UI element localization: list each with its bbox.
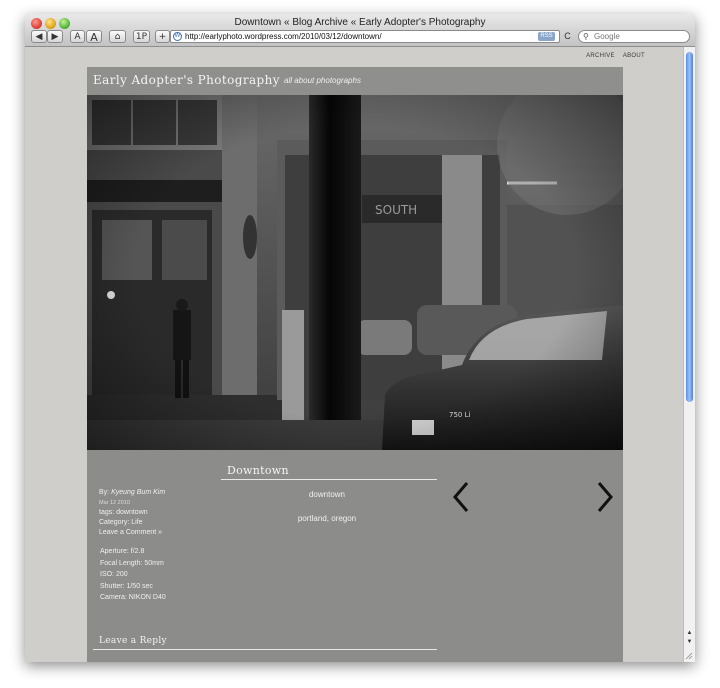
- back-button[interactable]: ◀: [31, 30, 47, 43]
- author-link[interactable]: Kyeung Bum Kim: [111, 489, 165, 496]
- search-icon: ⚲: [583, 32, 589, 41]
- wordpress-icon: W: [173, 32, 182, 41]
- post-title[interactable]: Downtown: [227, 464, 289, 477]
- blog-page: Early Adopter's Photography all about ph…: [87, 67, 623, 662]
- site-title[interactable]: Early Adopter's Photography: [93, 73, 280, 87]
- page-content: ARCHIVE ABOUT Early Adopter's Photograph…: [25, 47, 683, 662]
- resize-grip-icon[interactable]: [685, 652, 693, 660]
- exif-aperture: Aperture: f/2.8: [100, 548, 145, 555]
- browser-window: Downtown « Blog Archive « Early Adopter'…: [25, 14, 695, 662]
- byline-prefix: By:: [99, 489, 110, 496]
- titlebar: Downtown « Blog Archive « Early Adopter'…: [25, 14, 695, 47]
- window-title: Downtown « Blog Archive « Early Adopter'…: [234, 17, 486, 28]
- leave-reply-heading: Leave a Reply: [99, 636, 167, 646]
- exif-focal-length: Focal Length: 50mm: [100, 559, 164, 567]
- scrollbar-thumb[interactable]: [686, 52, 693, 402]
- leave-comment-link[interactable]: Leave a Comment »: [99, 528, 165, 538]
- scroll-up-arrow-icon[interactable]: ▲: [685, 630, 694, 636]
- site-header: Early Adopter's Photography all about ph…: [87, 67, 623, 95]
- post-category[interactable]: Category: Life: [99, 518, 165, 528]
- search-input[interactable]: [594, 31, 684, 42]
- reply-divider: [93, 649, 437, 650]
- scroll-down-arrow-icon[interactable]: ▼: [685, 639, 694, 645]
- nav-about-link[interactable]: ABOUT: [623, 53, 645, 59]
- url-text[interactable]: http://earlyphoto.wordpress.com/2010/03/…: [185, 31, 382, 43]
- top-navigation: ARCHIVE ABOUT: [580, 53, 645, 59]
- nav-archive-link[interactable]: ARCHIVE: [586, 53, 615, 59]
- post-tags[interactable]: tags: downtown: [99, 508, 165, 518]
- forward-button[interactable]: ▶: [47, 30, 63, 43]
- reload-button[interactable]: C: [561, 30, 574, 43]
- post-meta: By: Kyeung Bum Kim Mar 12 2010 tags: dow…: [99, 488, 165, 538]
- text-bigger-button[interactable]: A: [86, 30, 102, 44]
- search-box[interactable]: ⚲: [578, 30, 690, 43]
- exif-shutter: Shutter: 1/50 sec: [100, 582, 153, 590]
- title-divider: [221, 479, 437, 480]
- exif-camera: Camera: NIKON D40: [100, 594, 166, 601]
- address-bar[interactable]: W http://earlyphoto.wordpress.com/2010/0…: [170, 30, 560, 43]
- photo-caption-title: downtown: [308, 490, 346, 499]
- exif-iso: ISO: 200: [100, 571, 128, 578]
- add-bookmark-button[interactable]: +: [155, 30, 170, 43]
- site-tagline: all about photographs: [284, 76, 361, 85]
- home-button[interactable]: ⌂: [109, 30, 126, 43]
- previous-post-arrow-icon[interactable]: [447, 477, 477, 517]
- photo-location: portland, oregon: [297, 514, 357, 523]
- exif-info: Aperture: f/2.8 Focal Length: 50mm ISO: …: [100, 546, 166, 604]
- vertical-scrollbar[interactable]: ▲ ▼: [683, 47, 695, 662]
- rss-button[interactable]: RSS: [538, 32, 555, 41]
- post-photo[interactable]: SOUTH 750 Li: [87, 95, 623, 450]
- post-date: Mar 12 2010: [99, 500, 130, 506]
- next-post-arrow-icon[interactable]: [589, 477, 619, 517]
- text-smaller-button[interactable]: A: [70, 30, 85, 43]
- byline: By: Kyeung Bum Kim: [99, 488, 165, 498]
- onepassword-button[interactable]: 1P: [133, 30, 150, 43]
